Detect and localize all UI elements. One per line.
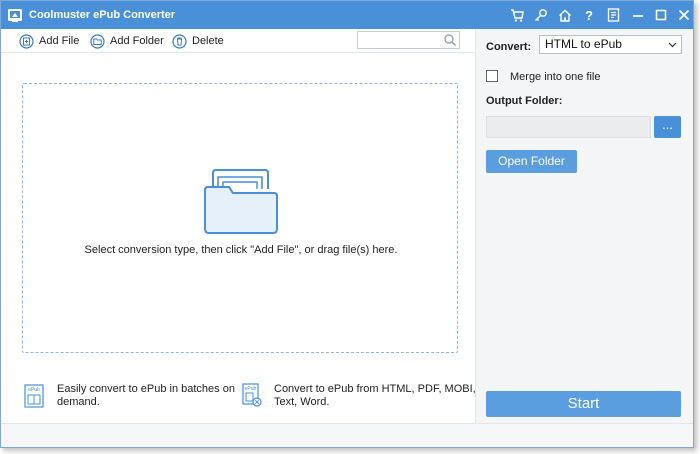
open-folder-button[interactable]: Open Folder bbox=[486, 150, 577, 173]
output-folder-label: Output Folder: bbox=[486, 95, 563, 107]
app-window: Coolmuster ePub Converter ? Add File Add… bbox=[0, 0, 694, 448]
feature-formats-text: Convert to ePub from HTML, PDF, MOBI, Te… bbox=[274, 383, 476, 409]
app-title: Coolmuster ePub Converter bbox=[29, 9, 176, 21]
title-bar: Coolmuster ePub Converter ? bbox=[1, 1, 693, 29]
toolbar: Add File Add Folder Delete bbox=[1, 29, 475, 53]
app-logo-icon bbox=[8, 9, 22, 22]
key-icon[interactable] bbox=[532, 6, 550, 24]
start-button[interactable]: Start bbox=[486, 391, 681, 417]
search-box[interactable] bbox=[357, 31, 460, 49]
home-icon[interactable] bbox=[556, 6, 574, 24]
convert-label: Convert: bbox=[486, 41, 532, 53]
feature-formats-line2: Text, Word. bbox=[274, 396, 330, 408]
search-icon[interactable] bbox=[443, 33, 457, 47]
settings-panel: Convert: HTML to ePub Merge into one fil… bbox=[475, 29, 693, 423]
status-bar bbox=[1, 423, 693, 447]
convert-type-value: HTML to ePub bbox=[545, 37, 622, 51]
merge-label: Merge into one file bbox=[510, 71, 601, 83]
delete-button[interactable]: Delete bbox=[172, 33, 224, 49]
minimize-icon[interactable] bbox=[629, 6, 647, 24]
epub-convert-badge: ePub bbox=[245, 386, 257, 392]
epub-convert-icon: ePub bbox=[242, 383, 262, 407]
epub-book-badge: ePub bbox=[28, 387, 40, 393]
delete-icon bbox=[172, 33, 187, 49]
convert-type-select[interactable]: HTML to ePub bbox=[539, 35, 682, 54]
output-folder-field[interactable] bbox=[486, 116, 651, 138]
add-file-button[interactable]: Add File bbox=[19, 33, 79, 49]
feature-batch-text: Easily convert to ePub in batches on dem… bbox=[57, 383, 235, 409]
search-input[interactable] bbox=[358, 32, 438, 48]
chevron-down-icon bbox=[668, 42, 677, 48]
epub-book-icon: ePub bbox=[24, 384, 44, 408]
add-file-icon bbox=[19, 33, 34, 49]
open-folder-icon bbox=[204, 169, 278, 234]
merge-checkbox[interactable] bbox=[486, 70, 498, 82]
feature-batch-line1: Easily convert to ePub in batches on bbox=[57, 383, 235, 395]
close-icon[interactable] bbox=[675, 6, 693, 24]
add-folder-label: Add Folder bbox=[110, 35, 164, 47]
browse-button[interactable]: ... bbox=[654, 116, 681, 138]
maximize-icon[interactable] bbox=[652, 6, 670, 24]
add-folder-button[interactable]: Add Folder bbox=[90, 33, 164, 49]
feature-formats-line1: Convert to ePub from HTML, PDF, MOBI, bbox=[274, 383, 476, 395]
help-icon[interactable]: ? bbox=[580, 6, 598, 24]
add-folder-icon bbox=[90, 33, 105, 49]
file-drop-zone[interactable]: Select conversion type, then click "Add … bbox=[22, 83, 458, 353]
feature-batch-line2: demand. bbox=[57, 396, 100, 408]
delete-label: Delete bbox=[192, 35, 224, 47]
drop-hint-text: Select conversion type, then click "Add … bbox=[84, 244, 398, 256]
feedback-icon[interactable] bbox=[604, 6, 622, 24]
cart-icon[interactable] bbox=[508, 6, 526, 24]
add-file-label: Add File bbox=[39, 35, 80, 47]
